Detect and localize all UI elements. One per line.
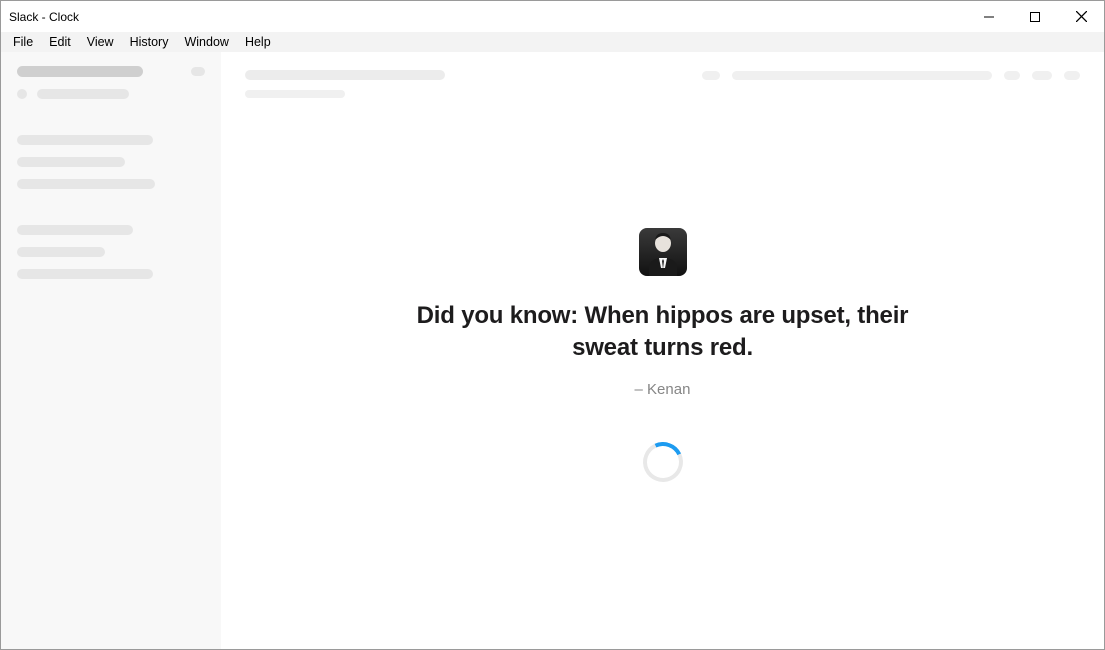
skeleton-bar bbox=[191, 67, 205, 76]
menu-help[interactable]: Help bbox=[237, 33, 279, 51]
loading-fact-text: Did you know: When hippos are upset, the… bbox=[383, 300, 943, 365]
loading-attribution: – Kenan bbox=[635, 381, 691, 398]
skeleton-bar bbox=[17, 66, 143, 77]
skeleton-bar bbox=[1004, 71, 1020, 80]
skeleton-dot bbox=[17, 89, 27, 99]
sidebar-skeleton bbox=[1, 52, 221, 649]
skeleton-bar bbox=[1032, 71, 1052, 80]
menu-file[interactable]: File bbox=[5, 33, 41, 51]
window-controls bbox=[966, 1, 1104, 32]
window-titlebar: Slack - Clock bbox=[1, 1, 1104, 32]
skeleton-bar bbox=[17, 135, 153, 145]
menu-edit[interactable]: Edit bbox=[41, 33, 79, 51]
skeleton-bar bbox=[245, 90, 345, 98]
loading-spinner bbox=[637, 436, 688, 487]
close-icon bbox=[1076, 11, 1087, 22]
menu-view[interactable]: View bbox=[79, 33, 122, 51]
avatar-icon bbox=[639, 228, 687, 276]
menu-history[interactable]: History bbox=[122, 33, 177, 51]
skeleton-bar bbox=[1064, 71, 1080, 80]
skeleton-bar bbox=[17, 269, 153, 279]
sidebar-group-skeleton bbox=[17, 225, 205, 279]
window-maximize-button[interactable] bbox=[1012, 1, 1058, 32]
loading-avatar bbox=[639, 228, 687, 276]
window-close-button[interactable] bbox=[1058, 1, 1104, 32]
window-title: Slack - Clock bbox=[9, 10, 79, 24]
menu-window[interactable]: Window bbox=[176, 33, 236, 51]
skeleton-bar bbox=[17, 179, 155, 189]
skeleton-bar bbox=[17, 247, 105, 257]
skeleton-bar bbox=[17, 225, 133, 235]
skeleton-bar bbox=[732, 71, 992, 80]
window-minimize-button[interactable] bbox=[966, 1, 1012, 32]
app-body: Did you know: When hippos are upset, the… bbox=[1, 52, 1104, 649]
app-window: Slack - Clock File Edit View History Win… bbox=[0, 0, 1105, 650]
sidebar-subheader-skeleton bbox=[17, 89, 205, 99]
skeleton-bar bbox=[702, 71, 720, 80]
skeleton-bar bbox=[245, 70, 445, 80]
skeleton-bar bbox=[17, 157, 125, 167]
sidebar-header-skeleton bbox=[17, 66, 205, 77]
main-topbar-skeleton bbox=[221, 52, 1104, 98]
minimize-icon bbox=[984, 12, 994, 22]
sidebar-group-skeleton bbox=[17, 135, 205, 189]
skeleton-bar bbox=[37, 89, 129, 99]
main-pane: Did you know: When hippos are upset, the… bbox=[221, 52, 1104, 649]
loading-content: Did you know: When hippos are upset, the… bbox=[221, 98, 1104, 649]
menu-bar: File Edit View History Window Help bbox=[1, 32, 1104, 52]
maximize-icon bbox=[1030, 12, 1040, 22]
